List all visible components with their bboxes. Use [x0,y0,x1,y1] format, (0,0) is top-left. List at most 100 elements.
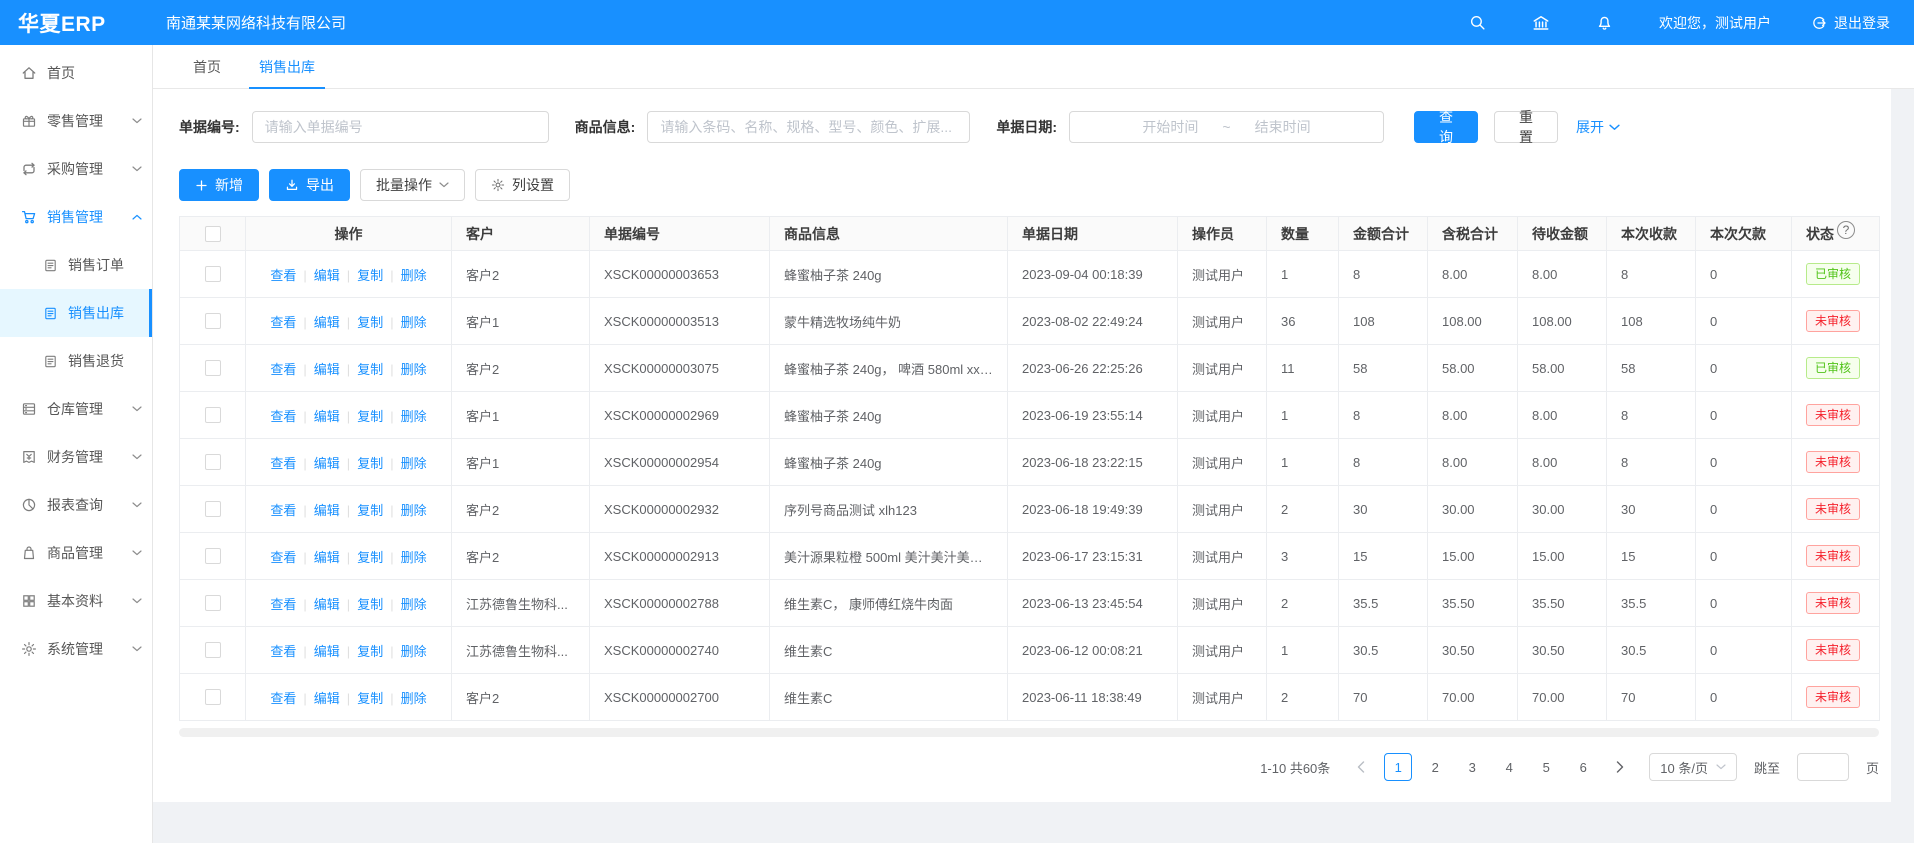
action-delete-link[interactable]: 删除 [401,362,427,377]
action-edit-link[interactable]: 编辑 [314,550,340,565]
date-range-input[interactable]: 开始时间 ~ 结束时间 [1069,111,1384,143]
action-view-link[interactable]: 查看 [270,644,296,659]
page-button-3[interactable]: 3 [1458,753,1486,781]
action-delete-link[interactable]: 删除 [401,597,427,612]
action-delete-link[interactable]: 删除 [401,550,427,565]
action-copy-link[interactable]: 复制 [357,268,383,283]
action-copy-link[interactable]: 复制 [357,362,383,377]
action-edit-link[interactable]: 编辑 [314,597,340,612]
page-button-6[interactable]: 6 [1569,753,1597,781]
row-checkbox[interactable] [205,454,221,470]
page-button-2[interactable]: 2 [1421,753,1449,781]
action-view-link[interactable]: 查看 [270,503,296,518]
action-view-link[interactable]: 查看 [270,691,296,706]
action-view-link[interactable]: 查看 [270,550,296,565]
sidebar-item-warehouse[interactable]: 仓库管理 [0,385,152,433]
header-qty: 数量 [1267,217,1339,251]
tab-sales-outbound[interactable]: 销售出库 [259,45,315,88]
sidebar-item-sales-return[interactable]: 销售退货 [0,337,152,385]
cell-debt: 0 [1696,580,1792,627]
search-icon[interactable] [1469,14,1486,31]
action-copy-link[interactable]: 复制 [357,456,383,471]
tab-home[interactable]: 首页 [193,45,221,88]
expand-link[interactable]: 展开 [1576,117,1620,137]
next-page-arrow[interactable] [1606,753,1634,781]
action-edit-link[interactable]: 编辑 [314,409,340,424]
action-delete-link[interactable]: 删除 [401,268,427,283]
cell-bill-no: XSCK00000003513 [590,298,770,345]
sidebar-item-sales-outbound[interactable]: 销售出库 [0,289,152,337]
action-copy-link[interactable]: 复制 [357,503,383,518]
sidebar-item-retail[interactable]: 零售管理 [0,97,152,145]
row-checkbox[interactable] [205,313,221,329]
bell-icon[interactable] [1596,14,1613,31]
action-view-link[interactable]: 查看 [270,315,296,330]
action-edit-link[interactable]: 编辑 [314,362,340,377]
action-delete-link[interactable]: 删除 [401,503,427,518]
sidebar-item-sales-order[interactable]: 销售订单 [0,241,152,289]
row-checkbox[interactable] [205,266,221,282]
cell-receivable: 30.00 [1518,486,1607,533]
row-checkbox[interactable] [205,595,221,611]
row-checkbox[interactable] [205,642,221,658]
action-delete-link[interactable]: 删除 [401,315,427,330]
help-icon[interactable]: ? [1837,221,1855,239]
action-edit-link[interactable]: 编辑 [314,691,340,706]
page-button-1[interactable]: 1 [1384,753,1412,781]
action-view-link[interactable]: 查看 [270,456,296,471]
action-edit-link[interactable]: 编辑 [314,644,340,659]
jump-to-input[interactable] [1797,753,1849,781]
export-button[interactable]: 导出 [269,169,350,201]
action-view-link[interactable]: 查看 [270,597,296,612]
sidebar-item-reports[interactable]: 报表查询 [0,481,152,529]
action-copy-link[interactable]: 复制 [357,550,383,565]
cell-debt: 0 [1696,439,1792,486]
prev-page-arrow[interactable] [1347,753,1375,781]
cell-qty: 1 [1267,439,1339,486]
sidebar-item-purchase[interactable]: 采购管理 [0,145,152,193]
page-button-4[interactable]: 4 [1495,753,1523,781]
sidebar-item-sales[interactable]: 销售管理 [0,193,152,241]
action-copy-link[interactable]: 复制 [357,691,383,706]
row-checkbox[interactable] [205,689,221,705]
sidebar-item-basic-data[interactable]: 基本资料 [0,577,152,625]
select-all-checkbox[interactable] [205,226,221,242]
action-copy-link[interactable]: 复制 [357,315,383,330]
action-copy-link[interactable]: 复制 [357,644,383,659]
sidebar-item-finance[interactable]: 财务管理 [0,433,152,481]
action-delete-link[interactable]: 删除 [401,456,427,471]
logout-button[interactable]: 退出登录 [1811,13,1890,33]
search-button[interactable]: 查询 [1414,111,1478,143]
action-view-link[interactable]: 查看 [270,268,296,283]
home-icon [21,65,37,81]
sidebar-item-home[interactable]: 首页 [0,49,152,97]
action-view-link[interactable]: 查看 [270,362,296,377]
action-copy-link[interactable]: 复制 [357,597,383,612]
action-edit-link[interactable]: 编辑 [314,315,340,330]
action-edit-link[interactable]: 编辑 [314,268,340,283]
action-edit-link[interactable]: 编辑 [314,456,340,471]
batch-actions-button[interactable]: 批量操作 [360,169,465,201]
row-checkbox[interactable] [205,360,221,376]
action-view-link[interactable]: 查看 [270,409,296,424]
horizontal-scrollbar[interactable] [179,728,1879,737]
sidebar-item-goods[interactable]: 商品管理 [0,529,152,577]
product-info-input[interactable] [647,111,970,143]
add-button[interactable]: 新增 [179,169,259,201]
sidebar-item-system[interactable]: 系统管理 [0,625,152,673]
bill-no-input[interactable] [252,111,549,143]
action-delete-link[interactable]: 删除 [401,691,427,706]
column-settings-button[interactable]: 列设置 [475,169,570,201]
action-delete-link[interactable]: 删除 [401,409,427,424]
page-button-5[interactable]: 5 [1532,753,1560,781]
cell-product: 蜂蜜柚子茶 240g [770,439,1008,486]
page-size-select[interactable]: 10 条/页 [1649,753,1737,781]
reset-button[interactable]: 重置 [1494,111,1558,143]
row-checkbox[interactable] [205,501,221,517]
bank-icon[interactable] [1532,14,1550,32]
action-edit-link[interactable]: 编辑 [314,503,340,518]
row-checkbox[interactable] [205,407,221,423]
action-copy-link[interactable]: 复制 [357,409,383,424]
row-checkbox[interactable] [205,548,221,564]
action-delete-link[interactable]: 删除 [401,644,427,659]
